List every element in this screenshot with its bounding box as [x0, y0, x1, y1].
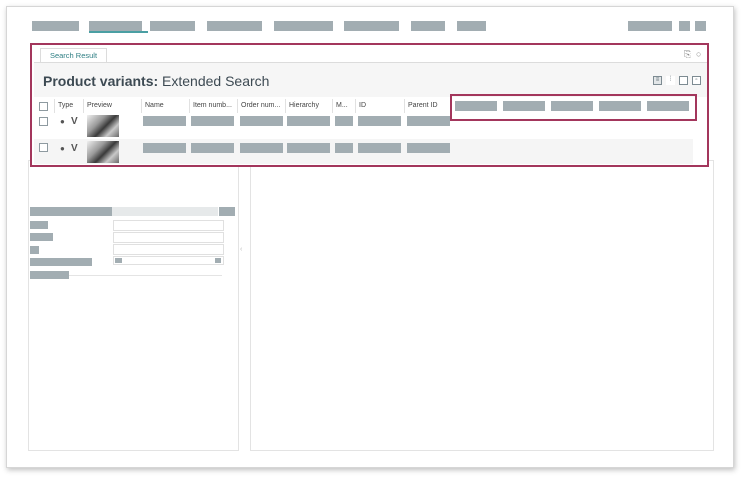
- row-2-id: [358, 143, 401, 153]
- row-1-type: V: [71, 116, 78, 127]
- row-1-m: [335, 116, 353, 126]
- row-1-parent-id: [407, 116, 450, 126]
- col-item-number[interactable]: Item numb...: [189, 99, 237, 113]
- right-panel: [250, 160, 714, 451]
- nav-item-8[interactable]: [457, 21, 486, 31]
- row-1-order-number: [240, 116, 283, 126]
- scroll-thumb-left[interactable]: [115, 258, 122, 263]
- row-2-hierarchy: [287, 143, 330, 153]
- col-m[interactable]: M...: [332, 99, 355, 113]
- nav-item-1[interactable]: [32, 21, 79, 31]
- row-2-order-number: [240, 143, 283, 153]
- row-2-status-dot: ●: [60, 144, 65, 153]
- row-2-checkbox[interactable]: [39, 143, 48, 152]
- tree-view-icon[interactable]: ⋮: [666, 76, 675, 85]
- filter-input-1[interactable]: [113, 220, 224, 231]
- col-name[interactable]: Name: [141, 99, 189, 113]
- header-icon-1[interactable]: [679, 21, 690, 31]
- filter-label-2: [30, 233, 53, 241]
- row-1-name: [143, 116, 186, 126]
- tile-view-icon[interactable]: [679, 76, 688, 85]
- title-entity: Product variants:: [43, 73, 159, 89]
- row-2-m: [335, 143, 353, 153]
- filter-label-1: [30, 221, 48, 229]
- col-parent-id[interactable]: Parent ID: [404, 99, 452, 113]
- row-1-hierarchy: [287, 116, 330, 126]
- scroll-thumb-right[interactable]: [215, 258, 221, 263]
- left-panel: [28, 160, 239, 451]
- header-user-menu[interactable]: [628, 21, 672, 31]
- row-1-id: [358, 116, 401, 126]
- nav-item-7[interactable]: [411, 21, 445, 31]
- filter-label-3: [30, 246, 39, 254]
- col-order-number[interactable]: Order num...: [237, 99, 285, 113]
- row-1-checkbox[interactable]: [39, 117, 48, 126]
- filter-input-3[interactable]: [113, 244, 224, 255]
- panel-splitter[interactable]: ‹: [240, 246, 242, 253]
- table-header: Type Preview Name Item numb... Order num…: [34, 99, 452, 113]
- extended-columns-highlight: [450, 94, 697, 121]
- header-icon-2[interactable]: [695, 21, 706, 31]
- tab-search-result[interactable]: Search Result: [40, 48, 107, 62]
- nav-item-4[interactable]: [207, 21, 262, 31]
- row-1-item-number: [191, 116, 234, 126]
- row-2-preview-image[interactable]: [87, 141, 119, 163]
- tab-label: Search Result: [49, 51, 98, 60]
- nav-item-5[interactable]: [274, 21, 333, 31]
- list-view-icon[interactable]: ≡: [653, 76, 662, 85]
- col-id[interactable]: ID: [355, 99, 404, 113]
- filter-section-bar: [112, 207, 218, 216]
- row-1-status-dot: ●: [60, 117, 65, 126]
- row-2-type: V: [71, 143, 78, 154]
- nav-item-6[interactable]: [344, 21, 399, 31]
- nav-item-3[interactable]: [150, 21, 195, 31]
- nav-item-2-active[interactable]: [89, 21, 142, 31]
- filter-input-2[interactable]: [113, 232, 224, 243]
- col-hierarchy[interactable]: Hierarchy: [285, 99, 332, 113]
- nav-active-indicator: [89, 31, 148, 33]
- row-2-item-number: [191, 143, 234, 153]
- filter-section-button[interactable]: [219, 207, 235, 216]
- export-icon[interactable]: ⎘: [684, 49, 691, 60]
- filter-footer-label: [30, 271, 69, 279]
- refresh-icon[interactable]: ○: [696, 49, 701, 59]
- filter-section-header: [30, 207, 112, 216]
- settings-view-icon[interactable]: ▫: [692, 76, 701, 85]
- select-all-checkbox[interactable]: [39, 102, 48, 111]
- col-preview[interactable]: Preview: [83, 99, 140, 113]
- col-select: [34, 99, 54, 113]
- title-mode: Extended Search: [158, 73, 270, 89]
- page-title: Product variants: Extended Search: [43, 73, 269, 89]
- row-2-name: [143, 143, 186, 153]
- filter-label-4: [30, 258, 92, 266]
- col-type[interactable]: Type: [54, 99, 82, 113]
- filter-scrollbar[interactable]: [113, 256, 224, 265]
- row-1-preview-image[interactable]: [87, 115, 119, 137]
- row-2-parent-id: [407, 143, 450, 153]
